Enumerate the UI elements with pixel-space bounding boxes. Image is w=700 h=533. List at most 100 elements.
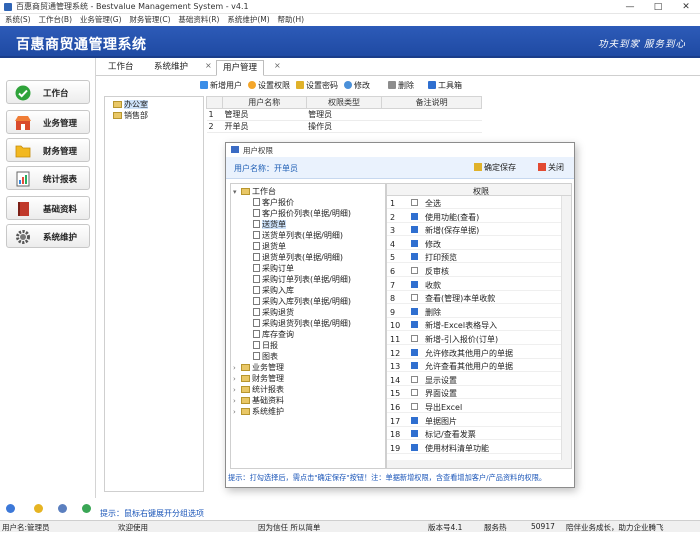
permission-row[interactable]: 3 新增(保存单据) xyxy=(387,224,561,237)
tree-leaf[interactable]: 客户报价列表(单据/明细) xyxy=(253,208,351,219)
close-icon[interactable]: × xyxy=(274,61,281,70)
set-password-button[interactable]: 设置密码 xyxy=(296,80,338,91)
close-icon[interactable]: ✕ xyxy=(672,0,700,14)
tree-leaf[interactable]: 图表 xyxy=(253,351,278,362)
permission-row[interactable]: 16 导出Excel xyxy=(387,401,561,413)
tree-leaf[interactable]: 日报 xyxy=(253,340,278,351)
permission-row[interactable]: 6 反审核 xyxy=(387,265,561,277)
menu-system[interactable]: 系统(S) xyxy=(5,14,31,25)
tree-leaf[interactable]: 采购入库 xyxy=(253,285,294,296)
info-icon[interactable] xyxy=(6,504,15,513)
tree-leaf[interactable]: 退货单 xyxy=(253,241,286,252)
tree-leaf-selected[interactable]: 送货单 xyxy=(253,219,286,230)
add-user-button[interactable]: 新增用户 xyxy=(200,80,242,91)
permission-checkbox[interactable] xyxy=(411,403,418,410)
tree-node-workbench[interactable]: ▾ 工作台 xyxy=(233,186,276,197)
permission-row[interactable]: 12 允许修改其他用户的单据 xyxy=(387,347,561,359)
tab-maintenance[interactable]: 系统维护 xyxy=(148,60,194,76)
nav-finance-button[interactable]: 财务管理 xyxy=(6,138,90,162)
permission-row[interactable]: 2 使用功能(查看) xyxy=(387,211,561,223)
minimize-icon[interactable]: — xyxy=(616,0,644,14)
menu-business[interactable]: 业务管理(G) xyxy=(80,14,122,25)
menu-help[interactable]: 帮助(H) xyxy=(278,14,305,25)
permission-checkbox[interactable] xyxy=(411,294,418,302)
set-permission-button[interactable]: 设置权限 xyxy=(248,80,290,91)
tree-leaf[interactable]: 送货单列表(单据/明细) xyxy=(253,230,343,241)
permission-checkbox[interactable] xyxy=(411,199,418,206)
permission-row[interactable]: 17 单据图片 xyxy=(387,415,561,427)
nav-basic-data-button[interactable]: 基础资料 xyxy=(6,196,90,220)
tree-node-office[interactable]: 办公室 xyxy=(113,99,148,110)
permission-row[interactable]: 1 全选 xyxy=(387,197,561,209)
permission-checkbox[interactable] xyxy=(411,239,418,247)
save-button[interactable]: 确定保存 xyxy=(474,162,516,173)
tab-workbench[interactable]: 工作台 xyxy=(102,60,140,76)
permission-checkbox[interactable] xyxy=(411,267,418,274)
refresh-icon[interactable] xyxy=(82,504,91,513)
permission-row[interactable]: 19 使用材料清单功能 xyxy=(387,442,561,454)
tree-node-reports[interactable]: › 统计报表 xyxy=(233,384,284,395)
table-row[interactable]: 2 开单员 操作员 xyxy=(206,120,482,133)
permission-checkbox[interactable] xyxy=(411,212,418,220)
permission-row[interactable]: 18 标记/查看发票 xyxy=(387,428,561,441)
tab-user-management[interactable]: 用户管理 xyxy=(216,60,265,76)
permission-checkbox[interactable] xyxy=(411,375,418,383)
permission-checkbox[interactable] xyxy=(411,362,418,370)
help-icon[interactable] xyxy=(34,504,43,513)
close-icon[interactable]: × xyxy=(205,61,212,70)
tree-node-sales[interactable]: 销售部 xyxy=(113,110,148,121)
nav-reports-button[interactable]: 统计报表 xyxy=(6,166,90,190)
tree-leaf[interactable]: 库存查询 xyxy=(253,329,294,340)
tree-leaf[interactable]: 退货单列表(单据/明细) xyxy=(253,252,343,263)
permission-row[interactable]: 14 显示设置 xyxy=(387,374,561,386)
permission-checkbox[interactable] xyxy=(411,307,418,315)
dialog-close-button[interactable]: 关闭 xyxy=(538,162,564,173)
nav-business-button[interactable]: 业务管理 xyxy=(6,110,90,134)
tree-node-basic-data[interactable]: › 基础资料 xyxy=(233,395,284,406)
permission-checkbox[interactable] xyxy=(411,389,418,397)
nav-maintenance-button[interactable]: 系统维护 xyxy=(6,224,90,248)
menu-basic-data[interactable]: 基础资料(R) xyxy=(178,14,219,25)
menu-finance[interactable]: 财务管理(C) xyxy=(129,14,170,25)
permission-row[interactable]: 11 新增-引入报价(订单) xyxy=(387,333,561,345)
permission-row[interactable]: 7 收款 xyxy=(387,279,561,291)
permission-row[interactable]: 15 界面设置 xyxy=(387,387,561,400)
toolbox-button[interactable]: 工具箱 xyxy=(428,80,462,91)
permission-checkbox[interactable] xyxy=(411,280,418,288)
permission-row[interactable]: 8 查看(管理)本单收款 xyxy=(387,292,561,305)
permission-row[interactable]: 5 打印预览 xyxy=(387,251,561,264)
tree-leaf[interactable]: 采购退货列表(单据/明细) xyxy=(253,318,351,329)
permission-row[interactable]: 10 新增-Excel表格导入 xyxy=(387,319,561,332)
col-perm-type[interactable]: 权限类型 xyxy=(305,96,383,109)
permission-row[interactable]: 4 修改 xyxy=(387,238,561,250)
tree-leaf[interactable]: 采购订单 xyxy=(253,263,294,274)
delete-button[interactable]: 删除 xyxy=(388,80,414,91)
tree-leaf[interactable]: 采购订单列表(单据/明细) xyxy=(253,274,351,285)
list-icon[interactable] xyxy=(58,504,67,513)
menu-maintenance[interactable]: 系统维护(M) xyxy=(227,14,269,25)
edit-button[interactable]: 修改 xyxy=(344,80,370,91)
tree-node-business[interactable]: › 业务管理 xyxy=(233,362,284,373)
vertical-scrollbar[interactable] xyxy=(561,196,571,468)
tree-leaf[interactable]: 客户报价 xyxy=(253,197,294,208)
tree-node-maintenance[interactable]: › 系统维护 xyxy=(233,406,284,417)
horizontal-scrollbar[interactable] xyxy=(387,460,563,468)
col-note[interactable]: 备注说明 xyxy=(381,96,482,109)
tree-leaf[interactable]: 采购入库列表(单据/明细) xyxy=(253,296,351,307)
tree-node-finance[interactable]: › 财务管理 xyxy=(233,373,284,384)
permission-checkbox[interactable] xyxy=(411,335,418,342)
permission-checkbox[interactable] xyxy=(411,321,418,329)
permission-checkbox[interactable] xyxy=(411,443,418,451)
permission-checkbox[interactable] xyxy=(411,226,418,234)
permission-row[interactable]: 13 允许查看其他用户的单据 xyxy=(387,360,561,373)
menu-workbench[interactable]: 工作台(B) xyxy=(39,14,73,25)
tree-leaf[interactable]: 采购退货 xyxy=(253,307,294,318)
table-row[interactable]: 1 管理员 管理员 xyxy=(206,108,482,121)
maximize-icon[interactable]: □ xyxy=(644,0,672,14)
permission-row[interactable]: 9 删除 xyxy=(387,306,561,318)
permission-checkbox[interactable] xyxy=(411,416,418,424)
nav-workbench-button[interactable]: 工作台 xyxy=(6,80,90,104)
permission-checkbox[interactable] xyxy=(411,348,418,356)
permission-checkbox[interactable] xyxy=(411,253,418,261)
permission-checkbox[interactable] xyxy=(411,430,418,438)
